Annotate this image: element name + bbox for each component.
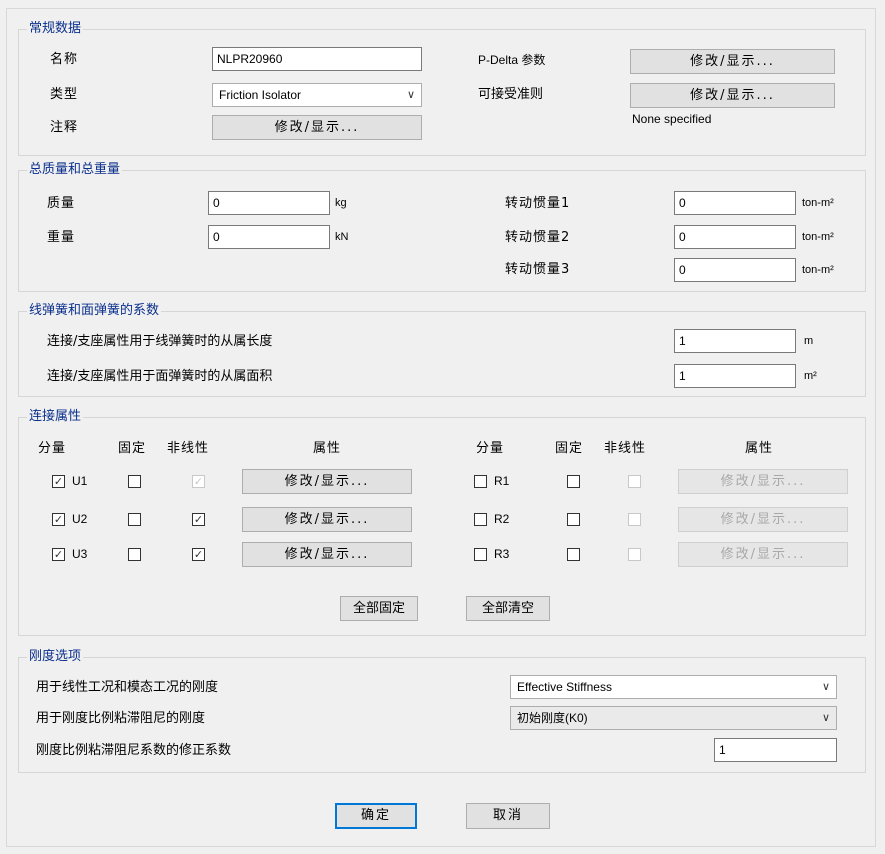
r1-fixed-checkbox[interactable] — [567, 475, 580, 488]
r3-nonlinear-checkbox — [628, 548, 641, 561]
acceptance-label: 可接受准则 — [478, 87, 544, 102]
linear-stiffness-value: Effective Stiffness — [517, 680, 612, 694]
rot-inertia-1-unit: ton-m² — [802, 197, 834, 209]
damping-stiffness-label: 用于刚度比例粘滞阻尼的刚度 — [36, 711, 206, 726]
r2-direction-checkbox[interactable] — [474, 513, 487, 526]
u2-label: U2 — [72, 512, 88, 526]
header-nonlinear-right: 非线性 — [604, 441, 647, 456]
damping-factor-input[interactable]: 1 — [714, 738, 837, 762]
header-fixed-left: 固定 — [118, 441, 147, 456]
u3-label: U3 — [72, 547, 88, 561]
header-fixed-right: 固定 — [555, 441, 584, 456]
type-select[interactable]: Friction Isolator ∨ — [212, 83, 422, 107]
r1-modify-button: 修改/显示... — [678, 469, 848, 494]
area-spring-label: 连接/支座属性用于面弹簧时的从属面积 — [47, 369, 273, 384]
header-nonlinear-left: 非线性 — [167, 441, 210, 456]
u2-fixed-checkbox[interactable] — [128, 513, 141, 526]
r1-nonlinear-checkbox — [628, 475, 641, 488]
rot-inertia-2-label: 转动惯量2 — [505, 230, 571, 245]
r3-direction-checkbox[interactable] — [474, 548, 487, 561]
line-spring-input[interactable]: 1 — [674, 329, 796, 353]
rot-inertia-3-unit: ton-m² — [802, 264, 834, 276]
rot-inertia-2-input[interactable]: 0 — [674, 225, 796, 249]
u3-nonlinear-checkbox[interactable]: ✓ — [192, 548, 205, 561]
area-spring-unit: m² — [804, 370, 817, 382]
damping-stiffness-value: 初始刚度(K0) — [517, 711, 588, 725]
mass-input[interactable]: 0 — [208, 191, 330, 215]
line-spring-label: 连接/支座属性用于线弹簧时的从属长度 — [47, 334, 273, 349]
r3-modify-button: 修改/显示... — [678, 542, 848, 567]
type-select-value: Friction Isolator — [219, 88, 302, 102]
clear-all-button[interactable]: 全部清空 — [466, 596, 550, 621]
u1-fixed-checkbox[interactable] — [128, 475, 141, 488]
u1-direction-checkbox[interactable]: ✓ — [52, 475, 65, 488]
cancel-button[interactable]: 取消 — [466, 803, 550, 829]
r3-fixed-checkbox[interactable] — [567, 548, 580, 561]
acceptance-status: None specified — [632, 112, 712, 126]
weight-input[interactable]: 0 — [208, 225, 330, 249]
ok-button[interactable]: 确定 — [335, 803, 417, 829]
header-direction-left: 分量 — [38, 441, 67, 456]
mass-unit: kg — [335, 197, 347, 209]
rot-inertia-2-unit: ton-m² — [802, 231, 834, 243]
u3-modify-button[interactable]: 修改/显示... — [242, 542, 412, 567]
chevron-down-icon: ∨ — [821, 681, 830, 693]
u2-nonlinear-checkbox[interactable]: ✓ — [192, 513, 205, 526]
rot-inertia-3-label: 转动惯量3 — [505, 262, 571, 277]
header-properties-right: 属性 — [745, 441, 774, 456]
weight-unit: kN — [335, 231, 349, 243]
pdelta-label: P-Delta 参数 — [478, 53, 546, 67]
rot-inertia-1-label: 转动惯量1 — [505, 196, 571, 211]
stiffness-options-legend: 刚度选项 — [27, 649, 84, 665]
linear-stiffness-select[interactable]: Effective Stiffness ∨ — [510, 675, 837, 699]
spring-factors-legend: 线弹簧和面弹簧的系数 — [27, 303, 162, 319]
rot-inertia-3-input[interactable]: 0 — [674, 258, 796, 282]
general-data-legend: 常规数据 — [27, 21, 84, 37]
u2-modify-button[interactable]: 修改/显示... — [242, 507, 412, 532]
u1-modify-button[interactable]: 修改/显示... — [242, 469, 412, 494]
chevron-down-icon: ∨ — [821, 712, 830, 724]
acceptance-modify-button[interactable]: 修改/显示... — [630, 83, 835, 108]
header-direction-right: 分量 — [476, 441, 505, 456]
linear-stiffness-label: 用于线性工况和模态工况的刚度 — [36, 680, 219, 695]
mass-label: 质量 — [47, 196, 76, 211]
damping-stiffness-select[interactable]: 初始刚度(K0) ∨ — [510, 706, 837, 730]
u3-fixed-checkbox[interactable] — [128, 548, 141, 561]
chevron-down-icon: ∨ — [406, 89, 415, 101]
r2-label: R2 — [494, 512, 510, 526]
u3-direction-checkbox[interactable]: ✓ — [52, 548, 65, 561]
r2-fixed-checkbox[interactable] — [567, 513, 580, 526]
name-label: 名称 — [50, 52, 79, 67]
r2-nonlinear-checkbox — [628, 513, 641, 526]
fix-all-button[interactable]: 全部固定 — [340, 596, 418, 621]
rot-inertia-1-input[interactable]: 0 — [674, 191, 796, 215]
pdelta-modify-button[interactable]: 修改/显示... — [630, 49, 835, 74]
r2-modify-button: 修改/显示... — [678, 507, 848, 532]
r3-label: R3 — [494, 547, 510, 561]
link-properties-legend: 连接属性 — [27, 409, 84, 425]
area-spring-input[interactable]: 1 — [674, 364, 796, 388]
weight-label: 重量 — [47, 230, 76, 245]
damping-factor-label: 刚度比例粘滞阻尼系数的修正系数 — [36, 743, 232, 758]
u2-direction-checkbox[interactable]: ✓ — [52, 513, 65, 526]
r1-label: R1 — [494, 474, 510, 488]
type-label: 类型 — [50, 87, 79, 102]
line-spring-unit: m — [804, 335, 814, 347]
notes-modify-button[interactable]: 修改/显示... — [212, 115, 422, 140]
name-input[interactable]: NLPR20960 — [212, 47, 422, 71]
mass-weight-legend: 总质量和总重量 — [27, 162, 123, 178]
u1-label: U1 — [72, 474, 88, 488]
r1-direction-checkbox[interactable] — [474, 475, 487, 488]
u1-nonlinear-checkbox: ✓ — [192, 475, 205, 488]
notes-label: 注释 — [50, 120, 79, 135]
header-properties-left: 属性 — [313, 441, 342, 456]
